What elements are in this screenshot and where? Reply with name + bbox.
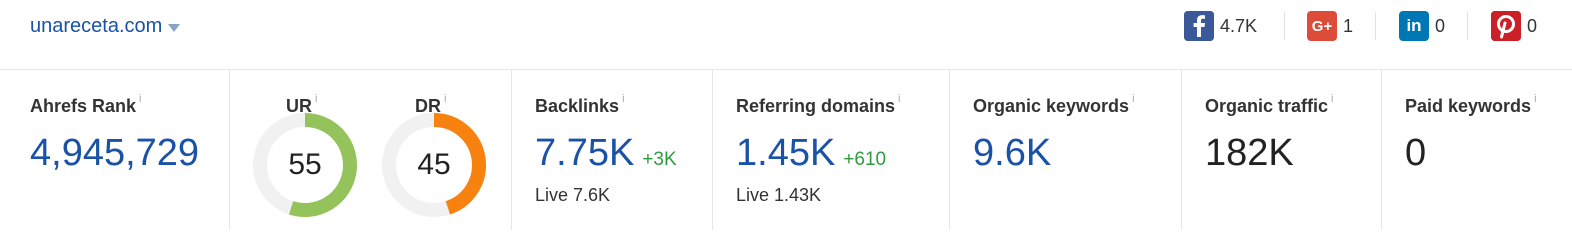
referring-domains-delta[interactable]: +610 [843, 149, 886, 170]
metric-ur-dr: UR i 55 DR i 45 [230, 70, 511, 240]
facebook-count: 4.7K [1220, 15, 1258, 36]
referring-domains-live: Live 1.43K [736, 185, 822, 205]
social-divider [1467, 12, 1468, 40]
referring-domains-value-row: 1.45K +610 [736, 132, 886, 175]
organic-keywords-label: Organic keywords i [973, 93, 1135, 116]
paid-keywords-value: 0 [1405, 132, 1427, 174]
referring-domains-value[interactable]: 1.45K [736, 132, 835, 174]
info-icon[interactable]: i [622, 93, 624, 105]
metric-referring-domains: Referring domains i 1.45K +610 Live 1.43K [713, 70, 949, 240]
organic-keywords-value[interactable]: 9.6K [973, 132, 1051, 175]
social-googleplus[interactable]: G+ 1 [1307, 10, 1353, 42]
organic-traffic-label: Organic traffic i [1205, 93, 1334, 116]
domain-selector[interactable]: unareceta.com [30, 15, 181, 38]
metric-ahrefs-rank: Ahrefs Rank i 4,945,729 [0, 70, 229, 240]
info-icon[interactable]: i [1331, 93, 1333, 105]
ur-gauge[interactable]: 55 [250, 110, 360, 220]
info-icon[interactable]: i [1534, 93, 1536, 105]
ahrefs-rank-value[interactable]: 4,945,729 [30, 132, 199, 175]
social-divider [1284, 12, 1285, 40]
social-divider [1375, 12, 1376, 40]
social-linkedin[interactable]: in 0 [1399, 10, 1445, 42]
ahrefs-rank-label: Ahrefs Rank i [30, 93, 142, 116]
info-icon[interactable]: i [898, 93, 900, 105]
googleplus-count: 1 [1343, 15, 1354, 36]
backlinks-value-row: 7.75K +3K [535, 132, 677, 175]
backlinks-label: Backlinks i [535, 93, 625, 116]
ur-value: 55 [288, 148, 322, 181]
social-pinterest[interactable]: 0 [1491, 10, 1537, 42]
dr-gauge[interactable]: 45 [379, 110, 489, 220]
backlinks-delta[interactable]: +3K [642, 149, 676, 170]
linkedin-icon[interactable]: in [1399, 11, 1429, 41]
facebook-icon[interactable] [1184, 11, 1214, 41]
info-icon[interactable]: i [139, 93, 141, 105]
referring-domains-label: Referring domains i [736, 93, 901, 116]
metric-backlinks: Backlinks i 7.75K +3K Live 7.6K [512, 70, 712, 240]
paid-keywords-label: Paid keywords i [1405, 93, 1537, 116]
info-icon[interactable]: i [444, 93, 446, 105]
backlinks-live: Live 7.6K [535, 185, 611, 205]
backlinks-value[interactable]: 7.75K [535, 132, 634, 174]
google-plus-icon[interactable]: G+ [1307, 11, 1337, 41]
pinterest-count: 0 [1527, 15, 1538, 36]
google-plus-glyph: G+ [1311, 17, 1333, 35]
social-facebook[interactable]: 4.7K [1184, 10, 1257, 42]
domain-name[interactable]: unareceta.com [30, 15, 162, 38]
metric-paid-keywords: Paid keywords i 0 [1382, 70, 1572, 240]
linkedin-glyph: in [1406, 16, 1422, 35]
site-header: unareceta.com 4.7K G+ 1 in 0 0 [0, 0, 1572, 70]
metric-organic-keywords: Organic keywords i 9.6K [950, 70, 1181, 240]
linkedin-count: 0 [1435, 15, 1446, 36]
organic-traffic-value: 182K [1205, 132, 1294, 174]
info-icon[interactable]: i [315, 93, 317, 105]
dr-value: 45 [417, 148, 451, 181]
chevron-down-icon[interactable] [168, 23, 181, 32]
metric-organic-traffic: Organic traffic i 182K [1182, 70, 1381, 240]
info-icon[interactable]: i [1132, 93, 1134, 105]
pinterest-icon[interactable] [1491, 11, 1521, 41]
